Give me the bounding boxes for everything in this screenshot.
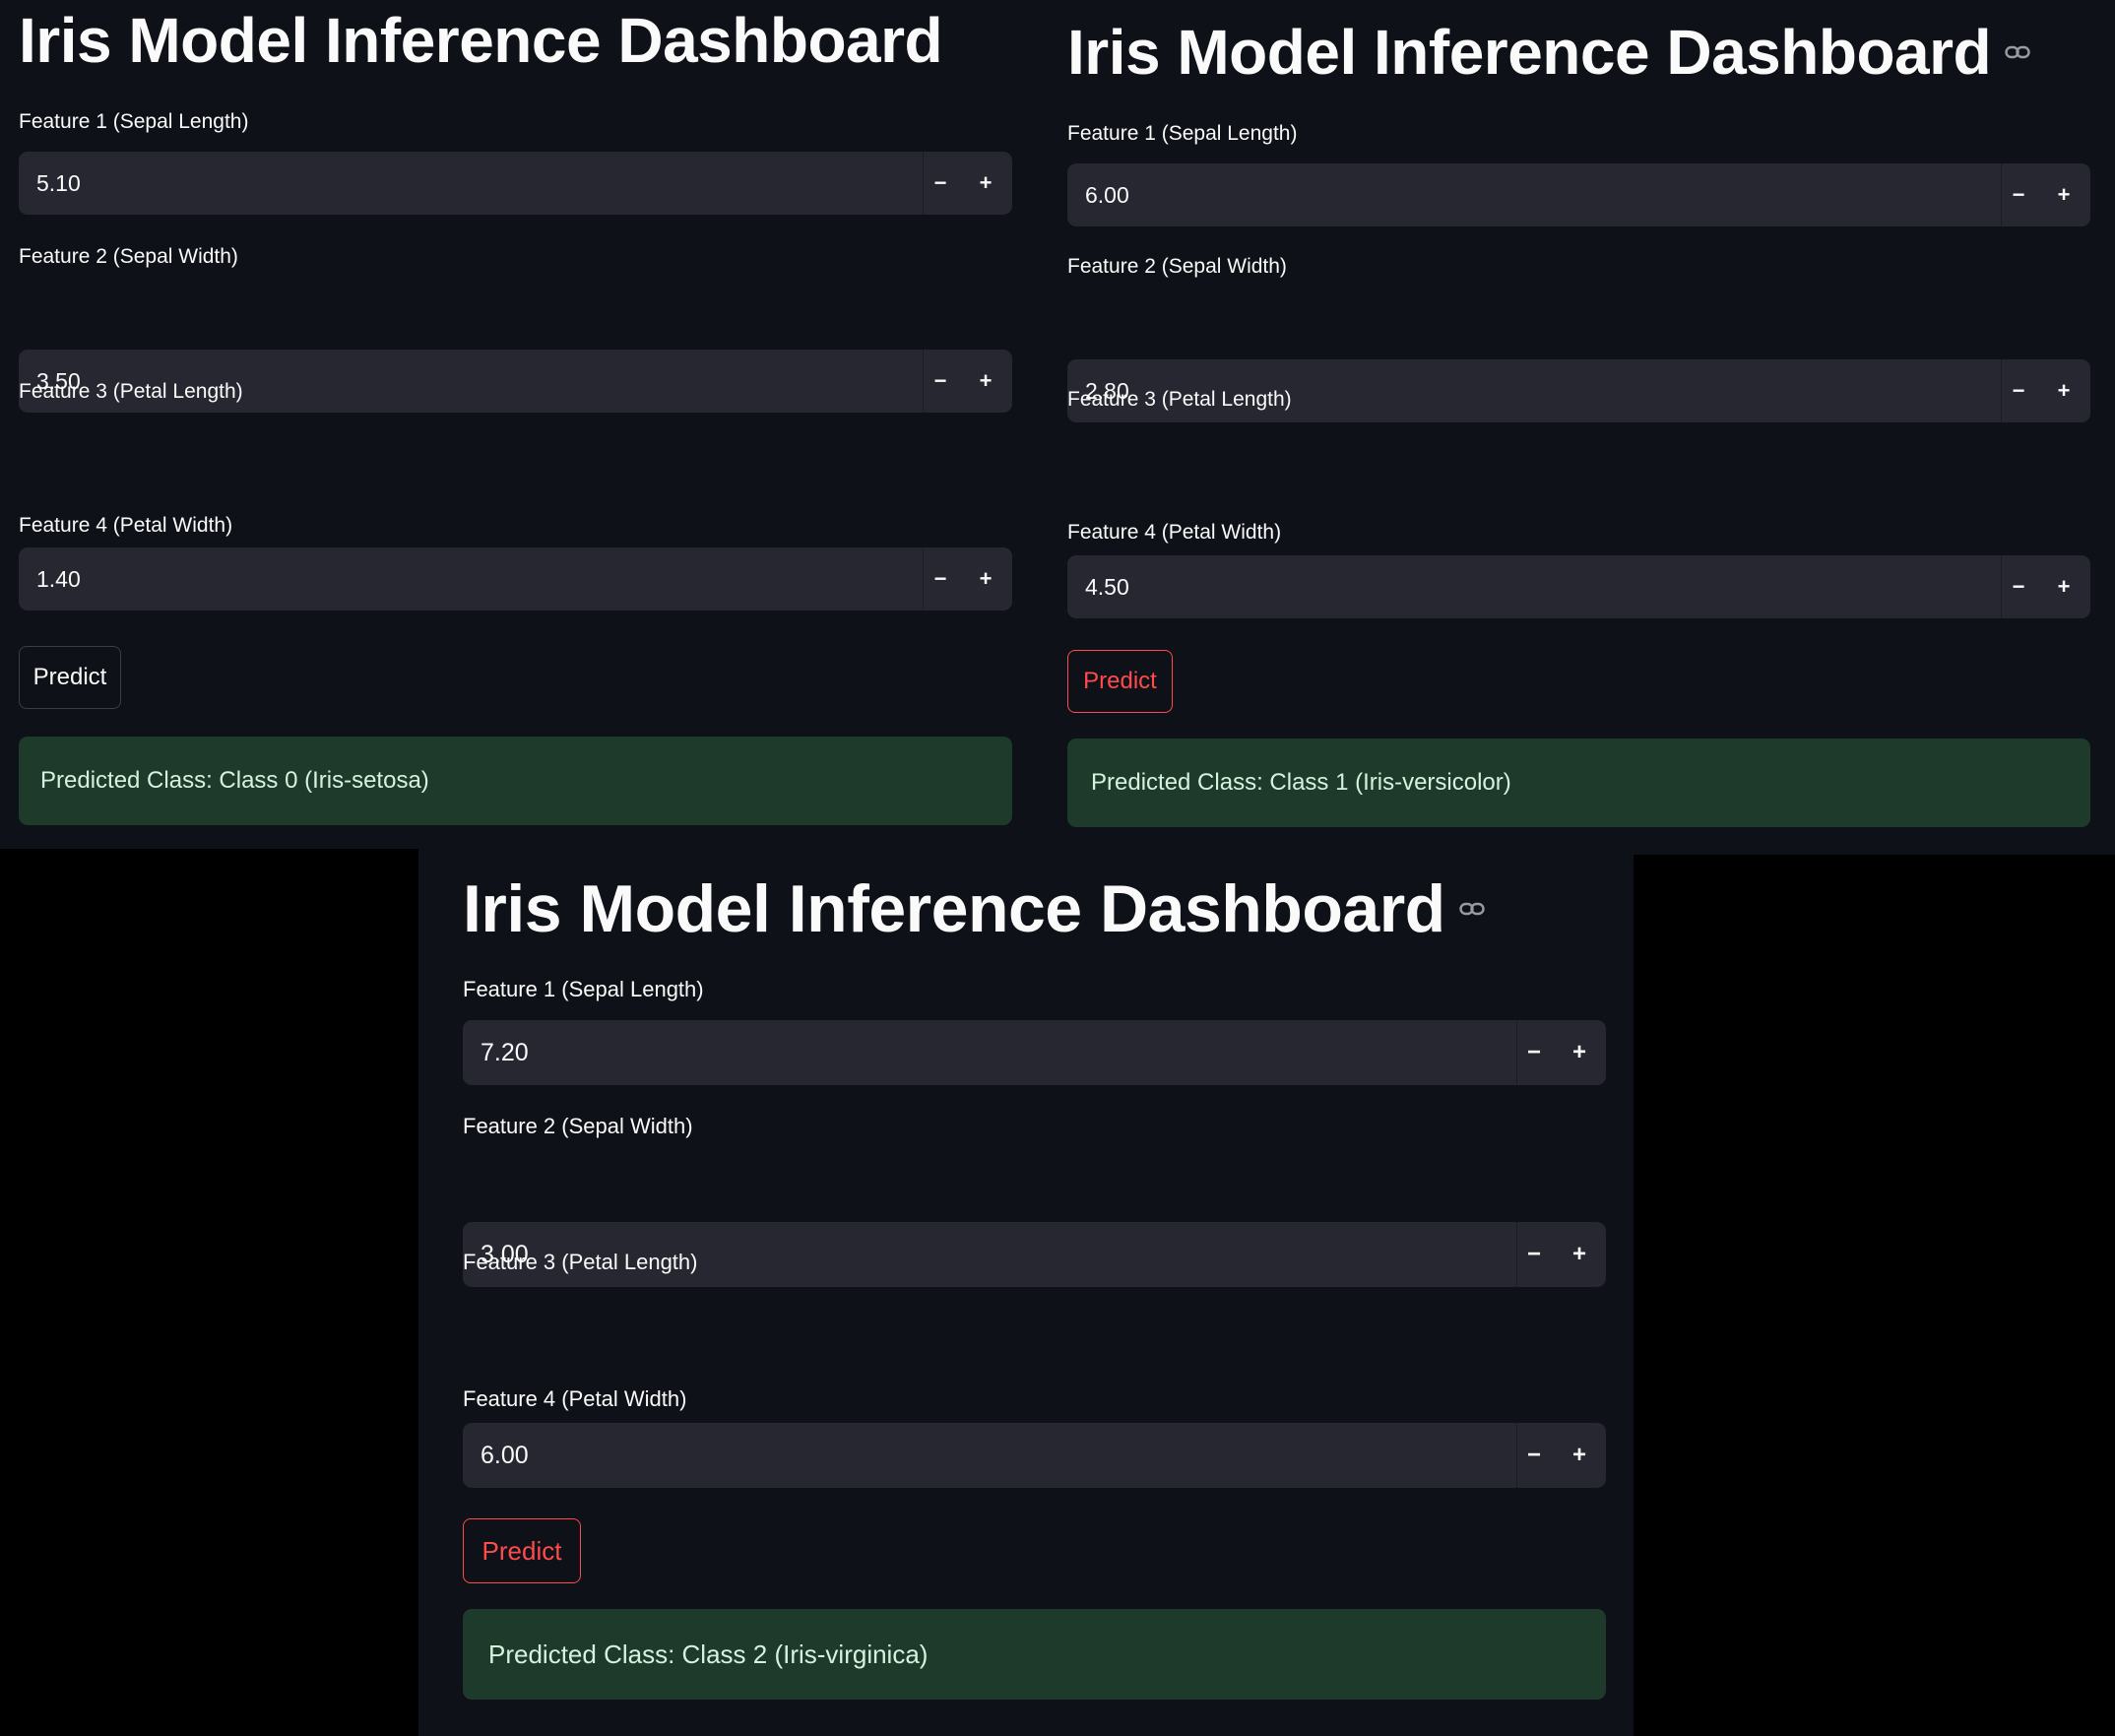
feature-label: Feature 2 (Sepal Width) [463, 1114, 693, 1138]
feature-label: Feature 1 (Sepal Length) [19, 110, 249, 133]
predict-button[interactable]: Predict [463, 1518, 581, 1583]
predict-button[interactable]: Predict [1067, 650, 1173, 713]
increment-button[interactable]: + [963, 350, 1008, 413]
increment-button[interactable]: + [2041, 555, 2086, 618]
decrement-button[interactable]: − [918, 547, 963, 611]
page-title: Iris Model Inference Dashboard [463, 871, 1445, 946]
title-row: Iris Model Inference Dashboard [1067, 14, 2030, 91]
stepper-divider [1516, 1020, 1517, 1085]
feature-label: Feature 2 (Sepal Width) [19, 245, 238, 268]
number-input[interactable]: 7.20− + [463, 1020, 1606, 1085]
stepper-buttons: −+ [918, 547, 1008, 611]
link-icon[interactable] [1459, 902, 1485, 916]
number-input[interactable]: 1.40− + [19, 547, 1012, 611]
increment-button[interactable]: + [963, 547, 1008, 611]
dashboard-panel-2: Iris Model Inference Dashboard Feature 1 … [1054, 0, 2115, 855]
stepper-buttons: −+ [1996, 555, 2086, 618]
stepper-divider [1516, 1423, 1517, 1488]
number-input-value[interactable]: 6.00 [463, 1442, 1511, 1470]
feature-label: Feature 3 (Petal Length) [463, 1250, 698, 1274]
feature-label: Feature 1 (Sepal Length) [1067, 122, 1298, 145]
stepper-divider [923, 350, 924, 413]
decrement-button[interactable]: − [1511, 1423, 1557, 1488]
increment-button[interactable]: + [2041, 359, 2086, 422]
number-input[interactable]: 6.00− + [463, 1423, 1606, 1488]
dashboard-panel-3: Iris Model Inference Dashboard Feature 1 … [418, 849, 1634, 1736]
predict-button[interactable]: Predict [19, 646, 121, 709]
number-input-value[interactable]: 4.50 [1067, 574, 1996, 601]
prediction-result: Predicted Class: Class 2 (Iris-virginica… [463, 1609, 1606, 1700]
decrement-button[interactable]: − [1511, 1020, 1557, 1085]
stepper-buttons: −+ [1511, 1222, 1602, 1287]
decrement-button[interactable]: − [1511, 1222, 1557, 1287]
number-input-value[interactable]: 1.40 [19, 566, 918, 593]
stepper-buttons: −+ [1511, 1423, 1602, 1488]
link-icon[interactable] [2005, 45, 2030, 59]
feature-label: Feature 3 (Petal Length) [19, 380, 243, 403]
feature-label: Feature 4 (Petal Width) [1067, 521, 1282, 544]
prediction-result: Predicted Class: Class 1 (Iris-versicolo… [1067, 739, 2090, 827]
title-row: Iris Model Inference Dashboard [19, 2, 943, 79]
stepper-divider [923, 152, 924, 215]
increment-button[interactable]: + [1557, 1020, 1602, 1085]
increment-button[interactable]: + [963, 152, 1008, 215]
stepper-buttons: −+ [918, 152, 1008, 215]
number-input-value[interactable]: 7.20 [463, 1039, 1511, 1067]
stepper-buttons: −+ [1996, 359, 2086, 422]
decrement-button[interactable]: − [1996, 163, 2041, 226]
decrement-button[interactable]: − [1996, 555, 2041, 618]
number-input-value[interactable]: 6.00 [1067, 182, 1996, 209]
increment-button[interactable]: + [1557, 1222, 1602, 1287]
feature-label: Feature 4 (Petal Width) [463, 1386, 687, 1411]
stepper-buttons: −+ [1996, 163, 2086, 226]
feature-label: Feature 4 (Petal Width) [19, 514, 233, 537]
increment-button[interactable]: + [1557, 1423, 1602, 1488]
feature-label: Feature 2 (Sepal Width) [1067, 255, 1287, 278]
decrement-button[interactable]: − [1996, 359, 2041, 422]
increment-button[interactable]: + [2041, 163, 2086, 226]
number-input[interactable]: 5.10− + [19, 152, 1012, 215]
stepper-divider [2001, 359, 2002, 422]
number-input[interactable]: 6.00− + [1067, 163, 2090, 226]
number-input-value[interactable]: 5.10 [19, 170, 918, 197]
number-input[interactable]: 4.50− + [1067, 555, 2090, 618]
page-title: Iris Model Inference Dashboard [19, 5, 943, 76]
stepper-divider [1516, 1222, 1517, 1287]
stepper-buttons: −+ [1511, 1020, 1602, 1085]
dashboard-panel-1: Iris Model Inference Dashboard Feature 1 … [0, 0, 1054, 849]
stepper-divider [2001, 555, 2002, 618]
decrement-button[interactable]: − [918, 350, 963, 413]
decrement-button[interactable]: − [918, 152, 963, 215]
title-row: Iris Model Inference Dashboard [463, 868, 1485, 949]
prediction-result: Predicted Class: Class 0 (Iris-setosa) [19, 737, 1012, 825]
feature-label: Feature 1 (Sepal Length) [463, 977, 704, 1001]
stepper-divider [2001, 163, 2002, 226]
feature-label: Feature 3 (Petal Length) [1067, 388, 1292, 411]
stepper-divider [923, 547, 924, 611]
stepper-buttons: −+ [918, 350, 1008, 413]
page-title: Iris Model Inference Dashboard [1067, 17, 1992, 88]
